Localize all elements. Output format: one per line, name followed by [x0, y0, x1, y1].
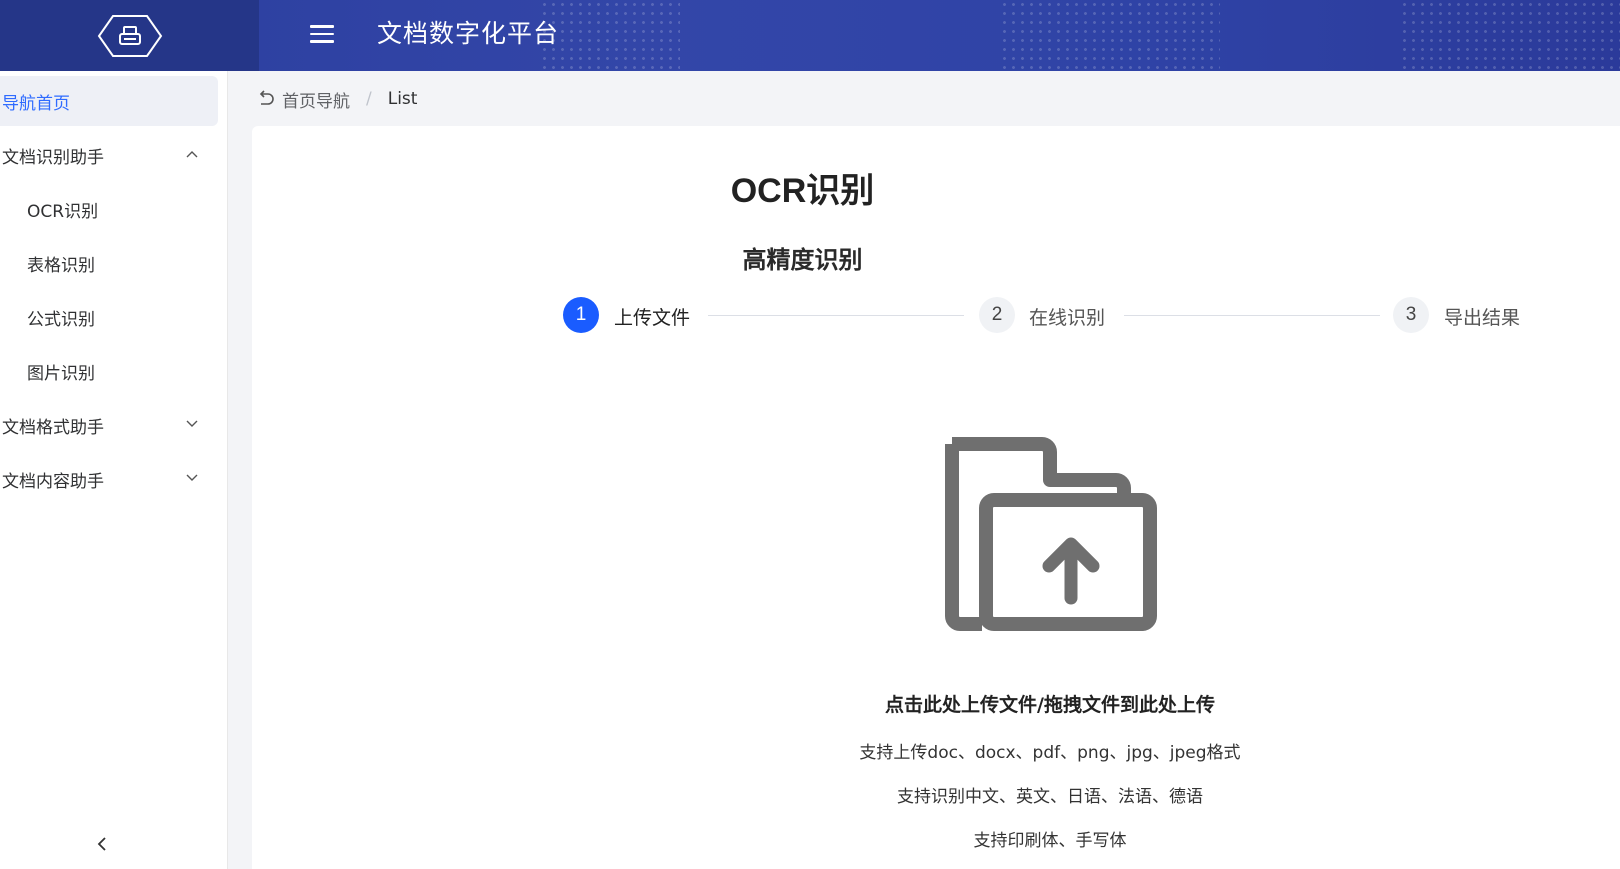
breadcrumb-current: List	[387, 89, 418, 109]
page-subtitle: 高精度识别	[742, 246, 863, 274]
step-3-label: 导出结果	[1444, 307, 1521, 329]
step-1-number: 1	[563, 297, 599, 333]
sidebar-item-label: 图片识别	[27, 363, 95, 384]
step-1-label: 上传文件	[614, 307, 691, 329]
logo-area[interactable]	[0, 0, 259, 71]
sidebar-group-doc-content[interactable]: 文档内容助手	[0, 454, 218, 504]
top-header: 文档数字化平台	[0, 0, 1620, 71]
chevron-down-icon	[186, 420, 198, 427]
upload-format-note: 支持上传doc、docx、pdf、png、jpg、jpeg格式	[859, 743, 1241, 763]
hamburger-menu-icon[interactable]	[310, 20, 342, 48]
page-title: OCR识别	[730, 172, 875, 210]
breadcrumb-separator: /	[366, 89, 372, 109]
header-decoration	[1000, 0, 1220, 71]
sidebar-item-label: 文档格式助手	[2, 417, 104, 438]
sidebar-item-home[interactable]: 导航首页	[0, 76, 218, 126]
undo-arrow-icon[interactable]	[256, 89, 276, 109]
printer-icon	[97, 14, 162, 57]
sidebar-group-doc-format[interactable]: 文档格式助手	[0, 400, 218, 450]
chevron-down-icon	[186, 474, 198, 481]
header-decoration	[540, 0, 680, 71]
upload-language-note: 支持识别中文、英文、日语、法语、德语	[897, 787, 1203, 807]
folder-upload-icon	[945, 437, 1157, 631]
sidebar-item-label: 导航首页	[2, 93, 70, 114]
upload-script-note: 支持印刷体、手写体	[973, 831, 1127, 851]
sidebar-item-label: 文档内容助手	[2, 471, 104, 492]
breadcrumb: 首页导航 / List	[256, 84, 417, 114]
step-3-number: 3	[1393, 297, 1429, 333]
sidebar-item-formula[interactable]: 公式识别	[0, 292, 218, 342]
upload-instruction: 点击此处上传文件/拖拽文件到此处上传	[885, 694, 1215, 716]
breadcrumb-home[interactable]: 首页导航	[282, 87, 350, 112]
sidebar-item-image[interactable]: 图片识别	[0, 346, 218, 396]
step-2-number: 2	[979, 297, 1015, 333]
app-title: 文档数字化平台	[377, 19, 560, 48]
step-connector	[708, 315, 964, 316]
header-decoration	[1400, 0, 1620, 71]
step-2-label: 在线识别	[1029, 307, 1106, 329]
sidebar-item-label: 公式识别	[27, 309, 95, 330]
chevron-up-icon	[186, 151, 198, 158]
step-connector	[1124, 315, 1380, 316]
